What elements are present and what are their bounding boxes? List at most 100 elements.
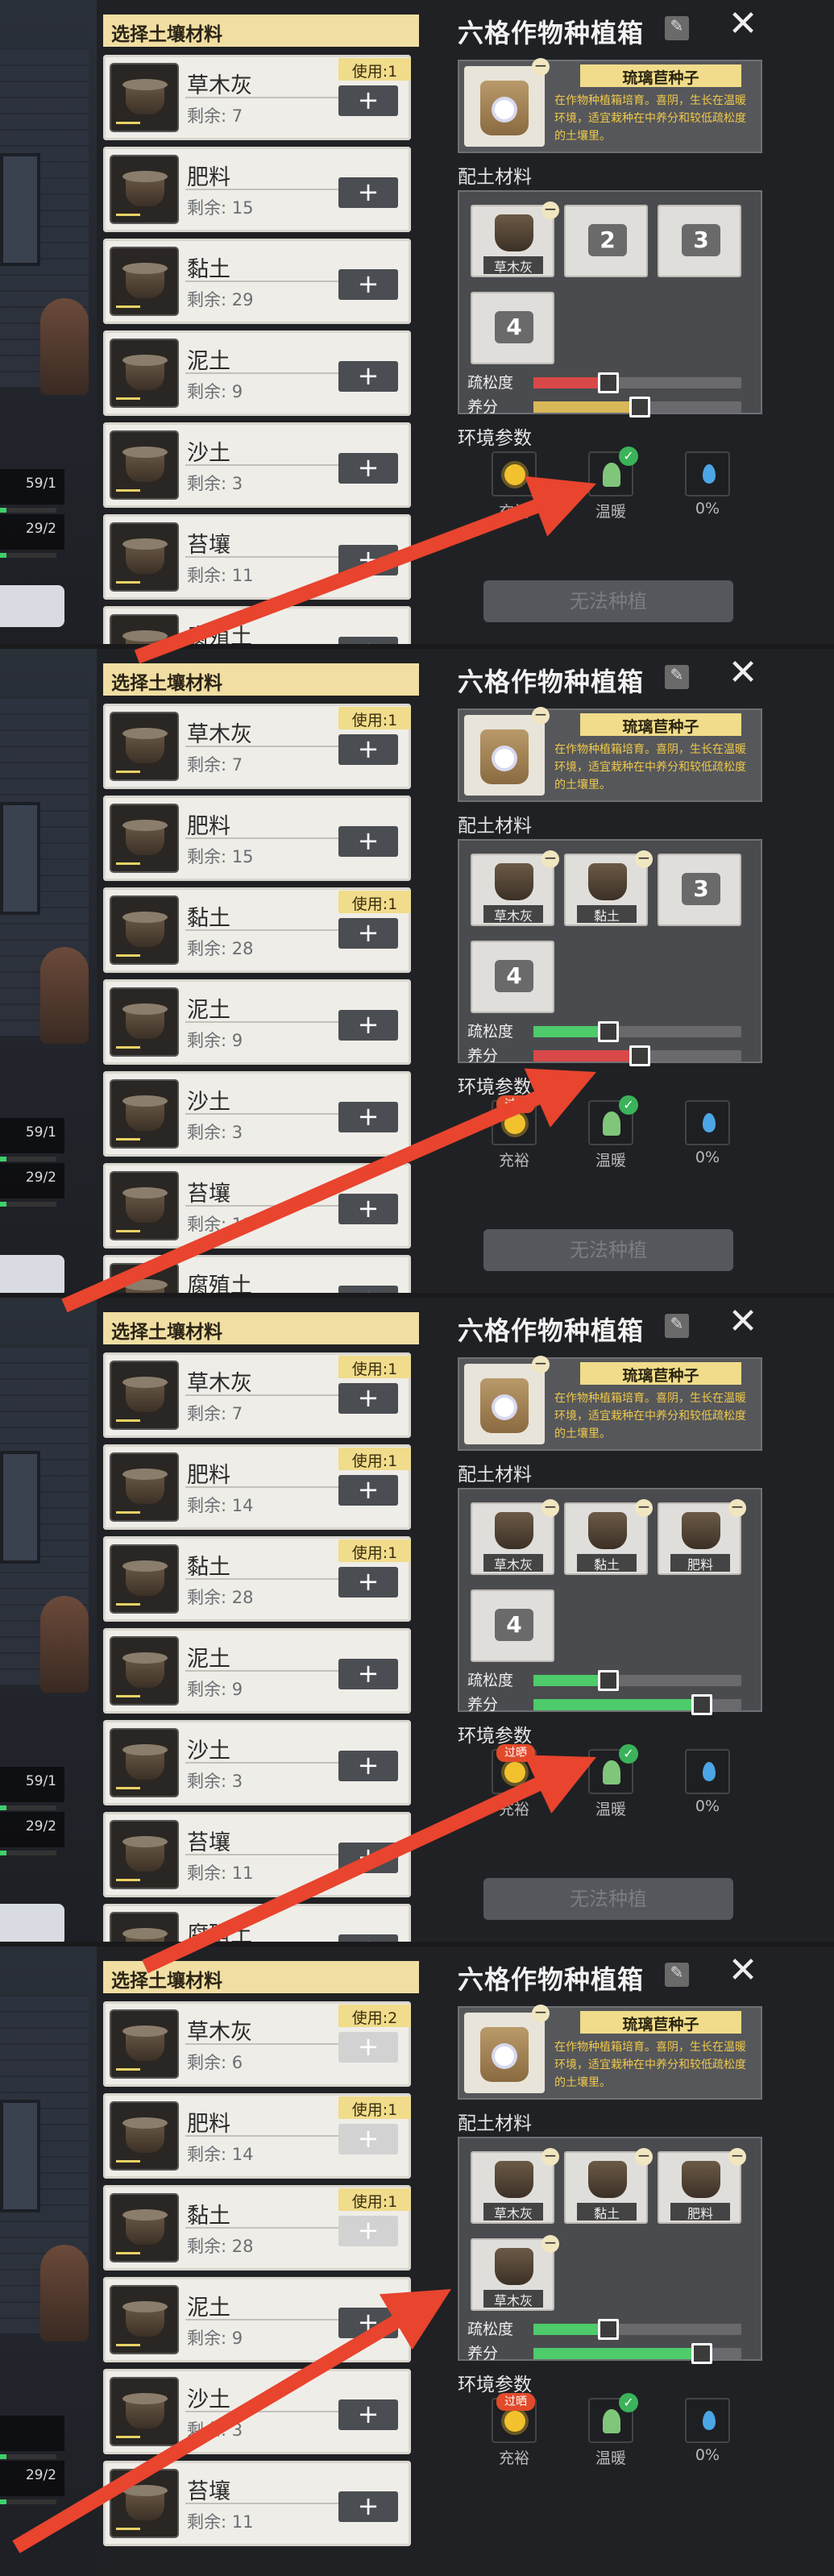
material-item[interactable]: 肥料 剩余: 15 +	[103, 796, 411, 881]
material-item[interactable]: 草木灰 剩余: 7 使用:1 +	[103, 55, 411, 140]
add-material-button[interactable]: +	[338, 361, 398, 392]
soil-slot[interactable]: 草木灰 −	[471, 201, 559, 277]
add-material-button[interactable]: +	[338, 826, 398, 857]
material-item[interactable]: 沙土 剩余: 3 +	[103, 422, 411, 508]
plant-button[interactable]: 无法种植	[483, 580, 733, 622]
remove-slot-button[interactable]: −	[541, 201, 559, 219]
soil-slot[interactable]: 草木灰 −	[471, 2234, 559, 2311]
add-material-button[interactable]: +	[338, 1751, 398, 1781]
material-item[interactable]: 苔壤 剩余: 11 +	[103, 1812, 411, 1897]
material-item[interactable]: 黏土 剩余: 28 使用:1 +	[103, 1536, 411, 1622]
soil-slot[interactable]: 肥料 −	[658, 1498, 746, 1575]
remove-slot-button[interactable]: −	[541, 2147, 559, 2166]
material-item[interactable]: 苔壤 剩余: 11 +	[103, 2461, 411, 2546]
remove-slot-button[interactable]: −	[728, 2147, 746, 2166]
material-item[interactable]: 肥料 剩余: 14 使用:1 +	[103, 2093, 411, 2179]
rename-icon[interactable]: ✎	[665, 1963, 689, 1987]
close-icon[interactable]: ✕	[725, 655, 761, 692]
looseness-slider[interactable]	[533, 2319, 741, 2340]
add-material-button[interactable]: +	[338, 2308, 398, 2338]
nutrient-slider[interactable]	[533, 397, 741, 418]
material-item[interactable]: 泥土 剩余: 9 +	[103, 330, 411, 416]
add-material-button[interactable]: +	[338, 1567, 398, 1598]
add-material-button[interactable]: +	[338, 1475, 398, 1506]
close-icon[interactable]: ✕	[725, 1304, 761, 1341]
material-item[interactable]: 草木灰 剩余: 6 使用:2 +	[103, 2001, 411, 2087]
soil-slot[interactable]: 草木灰 −	[471, 2147, 559, 2224]
add-material-button[interactable]: +	[338, 918, 398, 949]
add-material-button[interactable]: +	[338, 1010, 398, 1041]
material-item[interactable]: 苔壤 剩余: 11 +	[103, 1163, 411, 1249]
soil-slot[interactable]: 3	[658, 205, 741, 277]
add-material-button[interactable]: +	[338, 1659, 398, 1689]
close-icon[interactable]: ✕	[725, 6, 761, 44]
material-item[interactable]: 黏土 剩余: 28 使用:1 +	[103, 2185, 411, 2271]
scene-action-button[interactable]	[0, 585, 64, 627]
soil-slot[interactable]: 2	[564, 205, 648, 277]
add-material-button[interactable]: +	[338, 2491, 398, 2522]
add-material-button[interactable]: +	[338, 734, 398, 765]
add-material-button[interactable]: +	[338, 1102, 398, 1132]
add-material-button[interactable]: +	[338, 1843, 398, 1873]
soil-slot[interactable]: 黏土 −	[564, 2147, 653, 2224]
material-item[interactable]: 肥料 剩余: 15 +	[103, 147, 411, 232]
slider-knob[interactable]	[629, 1045, 650, 1066]
soil-slot[interactable]: 黏土 −	[564, 850, 653, 926]
add-material-button[interactable]: +	[338, 545, 398, 575]
remove-seed-button[interactable]: −	[532, 2004, 550, 2022]
rename-icon[interactable]: ✎	[665, 16, 689, 40]
soil-slot[interactable]: 黏土 −	[564, 1498, 653, 1575]
slider-knob[interactable]	[691, 2343, 713, 2364]
slider-knob[interactable]	[629, 397, 650, 418]
plant-button[interactable]: 无法种植	[483, 1229, 733, 1271]
soil-slot[interactable]: 草木灰 −	[471, 850, 559, 926]
material-item[interactable]: 黏土 剩余: 28 使用:1 +	[103, 887, 411, 973]
slider-knob[interactable]	[691, 1694, 713, 1715]
looseness-slider[interactable]	[533, 372, 741, 393]
soil-slot[interactable]: 肥料 −	[658, 2147, 746, 2224]
remove-slot-button[interactable]: −	[541, 1498, 559, 1517]
scene-action-button[interactable]	[0, 1904, 64, 1942]
remove-slot-button[interactable]: −	[541, 2234, 559, 2253]
remove-slot-button[interactable]: −	[728, 1498, 746, 1517]
add-material-button[interactable]: +	[338, 1286, 398, 1293]
material-item[interactable]: 腐殖土 +	[103, 1255, 411, 1293]
rename-icon[interactable]: ✎	[665, 1314, 689, 1338]
add-material-button[interactable]: +	[338, 269, 398, 300]
looseness-slider[interactable]	[533, 1670, 741, 1691]
material-item[interactable]: 腐殖土 +	[103, 606, 411, 644]
close-icon[interactable]: ✕	[725, 1953, 761, 1990]
plant-button[interactable]: 无法种植	[483, 1878, 733, 1920]
slider-knob[interactable]	[597, 1670, 619, 1691]
add-material-button[interactable]: +	[338, 2399, 398, 2430]
add-material-button[interactable]: +	[338, 637, 398, 644]
slider-knob[interactable]	[597, 372, 619, 393]
add-material-button[interactable]: +	[338, 2216, 398, 2246]
scene-action-button[interactable]	[0, 1255, 64, 1293]
add-material-button[interactable]: +	[338, 2124, 398, 2154]
soil-slot[interactable]: 3	[658, 854, 741, 926]
remove-seed-button[interactable]: −	[532, 1355, 550, 1373]
material-item[interactable]: 泥土 剩余: 9 +	[103, 979, 411, 1065]
material-item[interactable]: 腐殖土 +	[103, 1904, 411, 1942]
nutrient-slider[interactable]	[533, 1694, 741, 1715]
rename-icon[interactable]: ✎	[665, 665, 689, 689]
nutrient-slider[interactable]	[533, 2343, 741, 2364]
slider-knob[interactable]	[597, 1021, 619, 1042]
looseness-slider[interactable]	[533, 1021, 741, 1042]
add-material-button[interactable]: +	[338, 2032, 398, 2063]
soil-slot[interactable]: 4	[471, 292, 554, 364]
material-item[interactable]: 草木灰 剩余: 7 使用:1 +	[103, 1352, 411, 1438]
soil-slot[interactable]: 4	[471, 941, 554, 1013]
material-item[interactable]: 泥土 剩余: 9 +	[103, 2277, 411, 2362]
soil-slot[interactable]: 草木灰 −	[471, 1498, 559, 1575]
soil-slot[interactable]: 4	[471, 1589, 554, 1662]
material-item[interactable]: 沙土 剩余: 3 +	[103, 1071, 411, 1157]
nutrient-slider[interactable]	[533, 1045, 741, 1066]
add-material-button[interactable]: +	[338, 177, 398, 208]
add-material-button[interactable]: +	[338, 1194, 398, 1224]
remove-seed-button[interactable]: −	[532, 57, 550, 76]
remove-slot-button[interactable]: −	[635, 1498, 653, 1517]
add-material-button[interactable]: +	[338, 1934, 398, 1942]
remove-slot-button[interactable]: −	[541, 850, 559, 868]
